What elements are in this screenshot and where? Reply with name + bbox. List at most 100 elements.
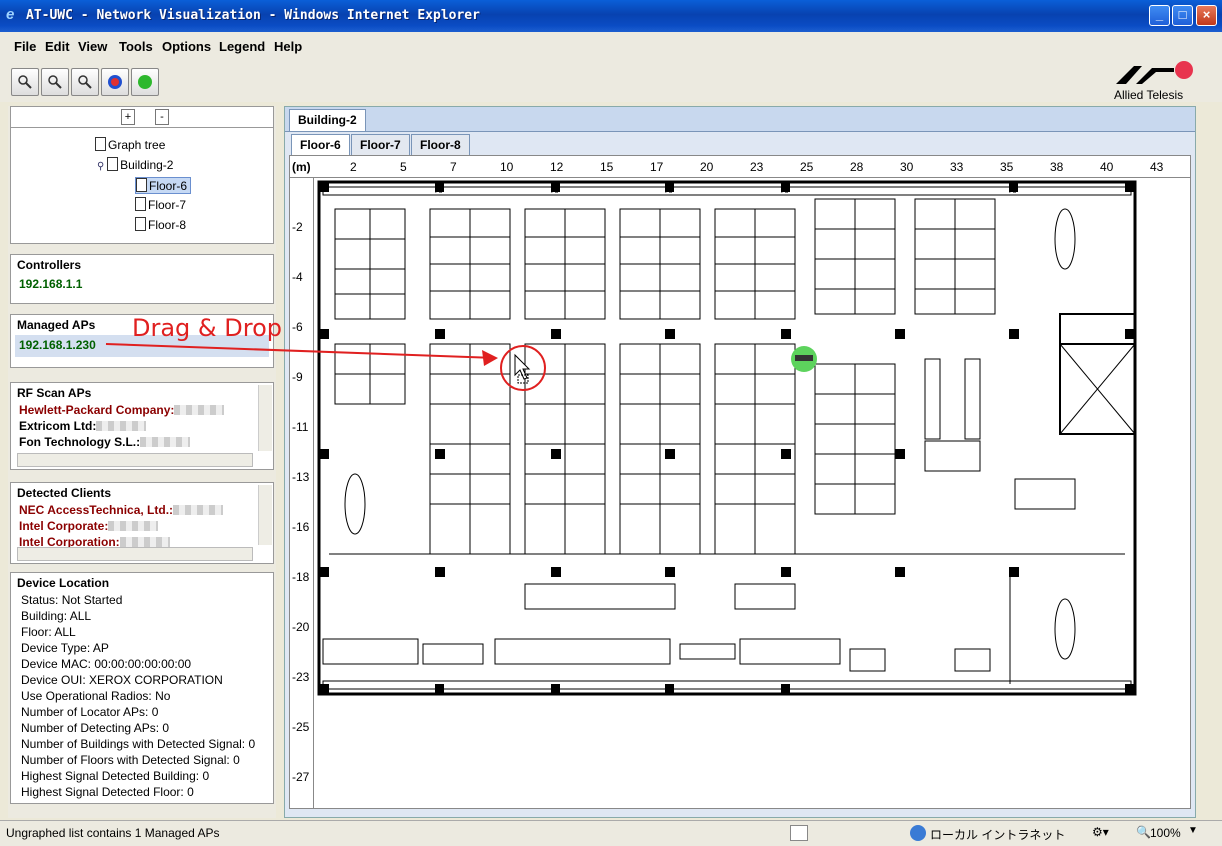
rf-scan-ap-item[interactable]: Hewlett-Packard Company: xyxy=(19,403,225,417)
window-title: AT-UWC - Network Visualization - Windows… xyxy=(26,8,480,23)
close-button[interactable]: × xyxy=(1196,5,1217,26)
menu-help[interactable]: Help xyxy=(274,39,302,54)
y-tick: -6 xyxy=(292,320,303,334)
document-icon xyxy=(107,157,119,171)
detecting-aps-count: Number of Detecting APs: 0 xyxy=(21,721,170,735)
detected-client-item[interactable]: NEC AccessTechnica, Ltd.: xyxy=(19,503,224,517)
mac-redacted xyxy=(119,537,170,547)
vertical-scrollbar[interactable] xyxy=(258,485,272,545)
page-status-icon xyxy=(790,825,808,841)
use-operational-radios: Use Operational Radios: No xyxy=(21,689,171,703)
zoom-fit-icon[interactable] xyxy=(71,68,99,96)
x-tick: 25 xyxy=(800,160,814,174)
tree-floor-7[interactable]: Floor-7 xyxy=(135,197,186,212)
y-tick: -2 xyxy=(292,220,303,234)
detected-client-label: NEC AccessTechnica, Ltd.: xyxy=(19,503,174,517)
buildings-detected-count: Number of Buildings with Detected Signal… xyxy=(21,737,256,751)
status-bar: Ungraphed list contains 1 Managed APs ロー… xyxy=(0,820,1222,846)
vertical-scrollbar[interactable] xyxy=(258,385,272,451)
access-point-marker[interactable] xyxy=(791,346,817,372)
device-location-title: Device Location xyxy=(17,576,110,590)
y-tick: -9 xyxy=(292,370,303,384)
protected-mode-icon[interactable]: ⚙▾ xyxy=(1092,825,1109,839)
collapse-button[interactable]: - xyxy=(155,109,169,125)
intranet-icon xyxy=(910,825,926,841)
managed-aps-title: Managed APs xyxy=(17,318,96,332)
zoom-in-icon[interactable] xyxy=(11,68,39,96)
device-floor: Floor: ALL xyxy=(21,625,76,639)
x-tick: 23 xyxy=(750,160,764,174)
zoom-dropdown-icon[interactable]: ▼ xyxy=(1188,825,1198,836)
tree-floor-label: Floor-6 xyxy=(149,179,188,193)
svg-text:PS: PS xyxy=(781,188,789,195)
document-icon xyxy=(135,217,146,231)
x-tick: 20 xyxy=(700,160,714,174)
menu-options[interactable]: Options xyxy=(162,39,211,54)
zoom-icon[interactable]: 🔍 xyxy=(1136,825,1151,839)
document-icon xyxy=(95,137,106,151)
controllers-title: Controllers xyxy=(17,258,82,272)
y-tick: -4 xyxy=(292,270,303,284)
detected-client-item[interactable]: Intel Corporation: xyxy=(19,535,170,547)
tree-building[interactable]: ⚲ Building-2 xyxy=(97,157,173,172)
menu-bar: File Edit View Tools Options Legend Help xyxy=(0,32,1222,60)
x-tick: 2 xyxy=(350,160,357,174)
x-tick: 40 xyxy=(1100,160,1114,174)
svg-text:PS: PS xyxy=(551,688,559,695)
menu-edit[interactable]: Edit xyxy=(45,39,70,54)
title-bar: e AT-UWC - Network Visualization - Windo… xyxy=(0,0,1222,32)
highest-signal-building: Highest Signal Detected Building: 0 xyxy=(21,769,210,783)
document-icon xyxy=(135,197,146,211)
menu-file[interactable]: File xyxy=(14,39,36,54)
x-tick: 33 xyxy=(950,160,964,174)
allied-telesis-logo: Allied Telesis xyxy=(1112,60,1198,104)
rf-scan-ap-item[interactable]: Fon Technology S.L.: xyxy=(19,435,191,449)
detected-client-item[interactable]: Intel Corporate: xyxy=(19,519,159,533)
status-icon[interactable] xyxy=(131,68,159,96)
rf-scan-ap-label: Extricom Ltd: xyxy=(19,419,97,433)
refresh-icon[interactable] xyxy=(101,68,129,96)
controller-item[interactable]: 192.168.1.1 xyxy=(19,277,82,291)
detected-clients-panel: Detected Clients NEC AccessTechnica, Ltd… xyxy=(10,482,274,564)
tree-floor-8[interactable]: Floor-8 xyxy=(135,217,186,232)
x-tick: 12 xyxy=(550,160,564,174)
rf-scan-ap-item[interactable]: Extricom Ltd: xyxy=(19,419,147,433)
managed-ap-item[interactable]: 192.168.1.230 xyxy=(19,338,96,352)
mac-redacted xyxy=(96,421,147,431)
zoom-out-icon[interactable] xyxy=(41,68,69,96)
expand-button[interactable]: + xyxy=(121,109,135,125)
tree-building-label: Building-2 xyxy=(120,158,174,172)
menu-legend[interactable]: Legend xyxy=(219,39,265,54)
floor-plan: PS PS PS PS PS PS PS PS PS xyxy=(315,179,1190,808)
detected-clients-title: Detected Clients xyxy=(17,486,112,500)
horizontal-scrollbar[interactable] xyxy=(17,453,253,467)
document-icon xyxy=(136,178,147,192)
svg-text:PS: PS xyxy=(435,188,443,195)
x-tick: 5 xyxy=(400,160,407,174)
tree-root-label: Graph tree xyxy=(108,138,166,152)
menu-view[interactable]: View xyxy=(78,39,107,54)
rf-scan-ap-label: Fon Technology S.L.: xyxy=(19,435,141,449)
menu-tools[interactable]: Tools xyxy=(119,39,153,54)
tab-building-2[interactable]: Building-2 xyxy=(289,109,366,131)
tree-toggle-icon[interactable]: ⚲ xyxy=(97,161,107,172)
tree-root[interactable]: Graph tree xyxy=(95,137,165,152)
tree-floor-6[interactable]: Floor-6 xyxy=(135,177,192,194)
maximize-button[interactable]: □ xyxy=(1172,5,1193,26)
tab-floor-6[interactable]: Floor-6 xyxy=(291,134,350,156)
x-tick: 10 xyxy=(500,160,514,174)
y-tick: -16 xyxy=(292,520,310,534)
x-tick: 15 xyxy=(600,160,614,174)
floor-map[interactable]: (m) 2 5 7 10 12 15 17 20 23 25 28 30 33 … xyxy=(289,155,1191,809)
map-pane: Building-2 Floor-6 Floor-7 Floor-8 (m) 2… xyxy=(284,106,1196,818)
svg-text:PS: PS xyxy=(1009,188,1017,195)
zoom-level[interactable]: 100% xyxy=(1150,826,1181,840)
left-pane: + - Graph tree ⚲ Building-2 Floor-6 Floo… xyxy=(8,106,276,818)
tab-floor-8[interactable]: Floor-8 xyxy=(411,134,470,156)
mac-redacted xyxy=(108,521,159,531)
horizontal-scrollbar[interactable] xyxy=(17,547,253,561)
ruler-top: (m) 2 5 7 10 12 15 17 20 23 25 28 30 33 … xyxy=(290,156,1190,178)
svg-text:PS: PS xyxy=(665,688,673,695)
minimize-button[interactable]: _ xyxy=(1149,5,1170,26)
tab-floor-7[interactable]: Floor-7 xyxy=(351,134,410,156)
